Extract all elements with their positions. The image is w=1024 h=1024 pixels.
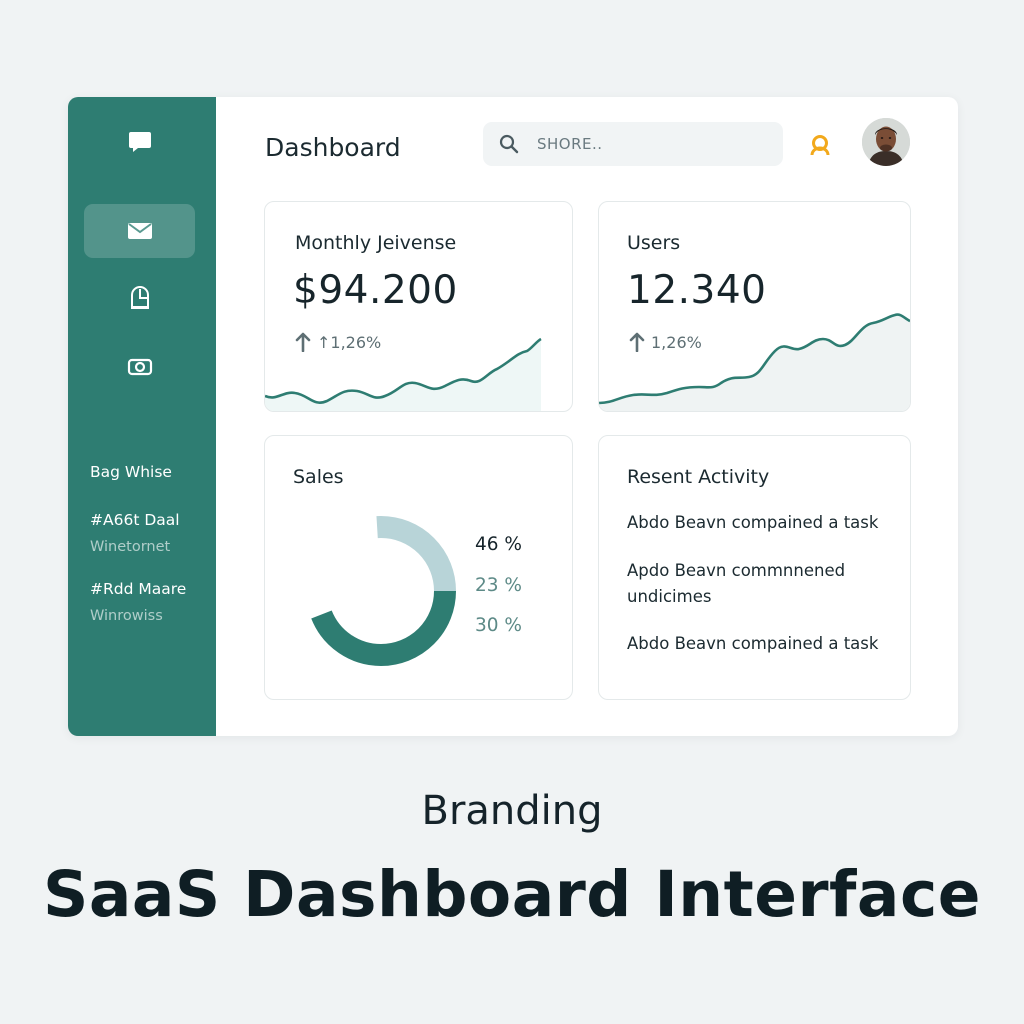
- sales-card: Sales 46 % 23 % 30 %: [264, 435, 573, 700]
- sales-donut-chart: [306, 516, 456, 666]
- card-title: Sales: [293, 466, 344, 488]
- card-title: Monthly Jeivense: [295, 232, 457, 254]
- revenue-card: Monthly Jeivense $94.200 ↑1,26%: [264, 201, 573, 412]
- money-icon[interactable]: [84, 340, 195, 394]
- users-value: 12.340: [627, 268, 767, 313]
- legend-value: 46 %: [475, 534, 522, 555]
- avatar[interactable]: [862, 118, 910, 166]
- sidebar-item-bag-whise[interactable]: Bag Whise: [90, 463, 172, 481]
- caption-title: SaaS Dashboard Interface: [42, 858, 982, 931]
- users-sparkline: [599, 313, 910, 411]
- mail-icon[interactable]: [84, 204, 195, 258]
- sidebar-item-sub: Winrowiss: [90, 608, 163, 624]
- page-title: Dashboard: [265, 133, 401, 162]
- users-card: Users 12.340 1,26%: [598, 201, 911, 412]
- search-input[interactable]: [535, 134, 759, 154]
- legend-value: 23 %: [475, 575, 522, 596]
- activity-card: Resent Activity Abdo Beavn compained a t…: [598, 435, 911, 700]
- revenue-value: $94.200: [293, 268, 458, 313]
- chat-icon[interactable]: [84, 115, 195, 169]
- legend-value: 30 %: [475, 615, 522, 636]
- sidebar-item-sub: Winetornet: [90, 539, 171, 555]
- activity-item[interactable]: Abdo Beavn compained a task: [627, 510, 902, 536]
- card-title: Users: [627, 232, 681, 254]
- card-title: Resent Activity: [627, 466, 770, 488]
- user-icon[interactable]: [808, 133, 832, 157]
- activity-item[interactable]: Apdo Beavn commnnened undicimes: [627, 558, 902, 610]
- app-window: Bag Whise #A66t Daal Winetornet #Rdd Maa…: [68, 97, 958, 736]
- caption-subtitle: Branding: [421, 788, 603, 834]
- search-bar[interactable]: [483, 122, 783, 166]
- sidebar-item-rdd-maare[interactable]: #Rdd Maare: [90, 580, 186, 598]
- search-icon: [499, 134, 519, 154]
- chart-icon[interactable]: [84, 271, 195, 325]
- activity-item[interactable]: Abdo Beavn compained a task: [627, 631, 902, 657]
- main-content: Dashboard Monthly Je: [216, 97, 958, 736]
- revenue-sparkline: [265, 337, 542, 411]
- sidebar-item-a66t-daal[interactable]: #A66t Daal: [90, 511, 180, 529]
- sidebar: Bag Whise #A66t Daal Winetornet #Rdd Maa…: [68, 97, 216, 736]
